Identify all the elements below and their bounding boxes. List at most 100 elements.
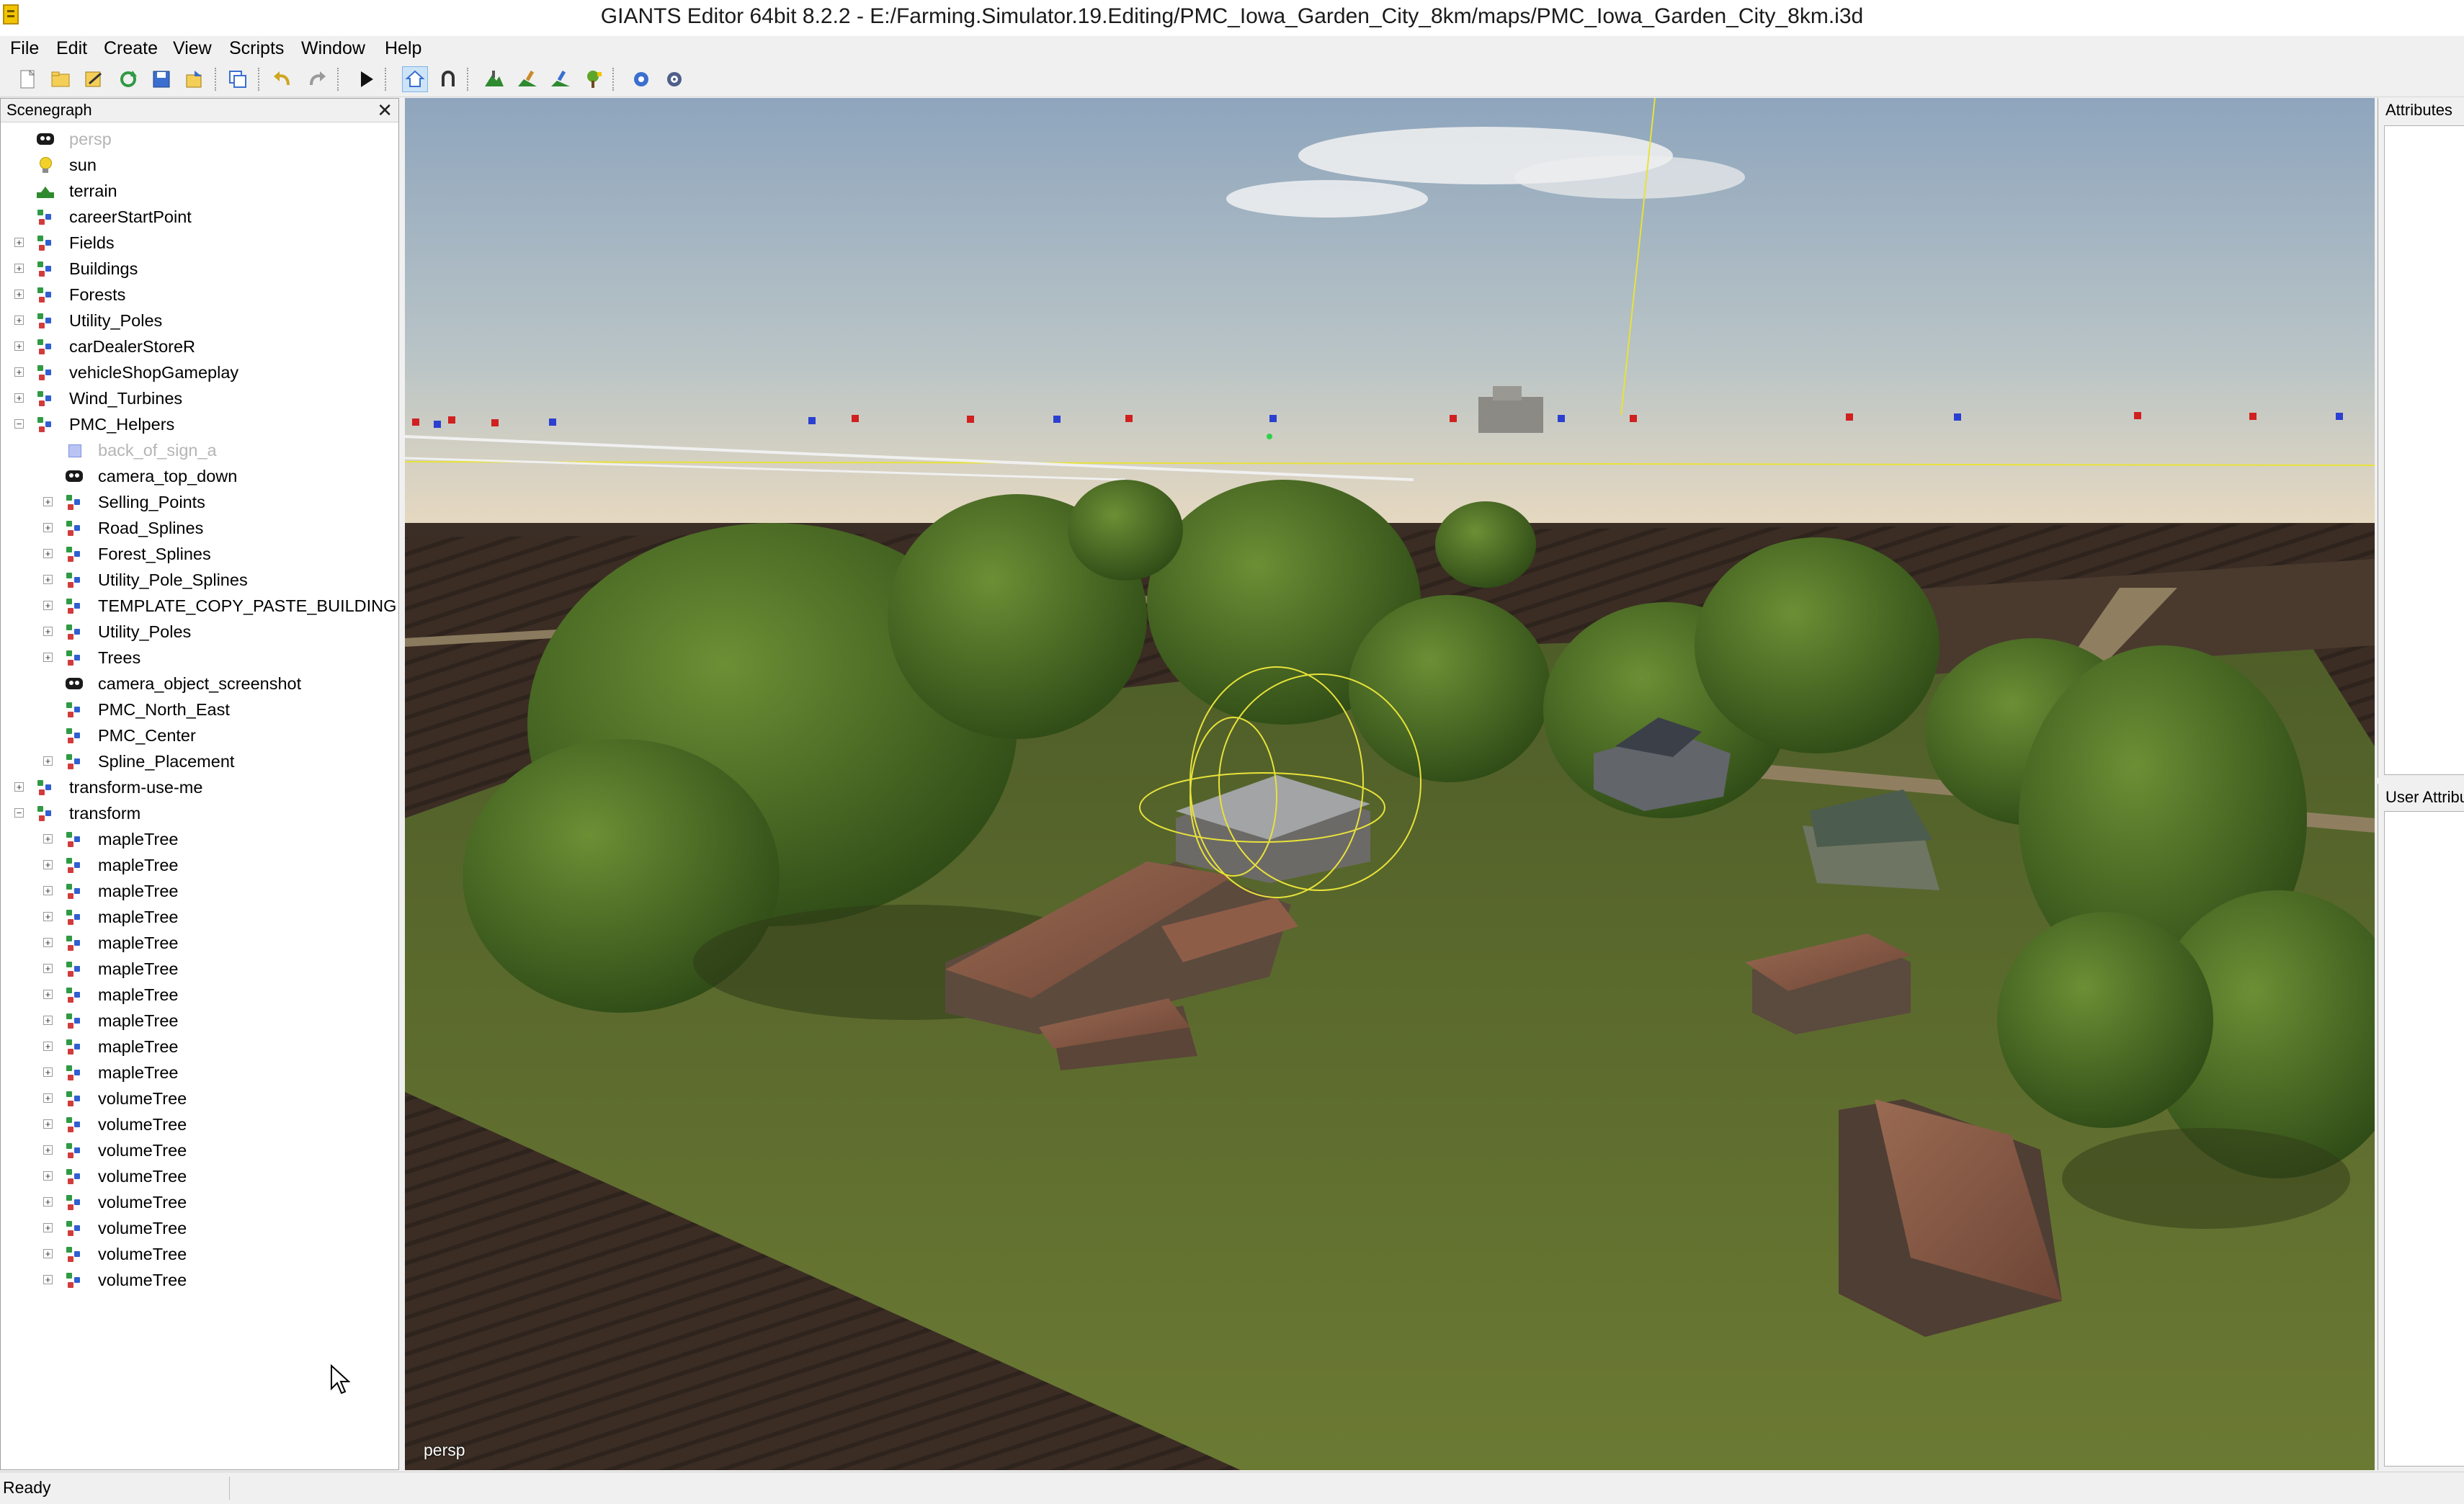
menu-help[interactable]: Help [380, 36, 426, 61]
save-icon[interactable] [148, 66, 174, 92]
collapse-icon[interactable]: − [14, 419, 24, 429]
settings-gear-icon[interactable] [628, 66, 654, 92]
tree-node[interactable]: + mapleTree [1, 1008, 398, 1034]
menu-create[interactable]: Create [99, 36, 162, 61]
save-as-icon[interactable] [81, 66, 107, 92]
menu-edit[interactable]: Edit [52, 36, 91, 61]
terrain-sculpt-icon[interactable] [481, 66, 507, 92]
close-icon[interactable]: ✕ [377, 99, 393, 122]
collapse-icon[interactable]: − [14, 808, 24, 818]
tree-node[interactable]: + mapleTree [1, 982, 398, 1008]
tree-node[interactable]: terrain [1, 178, 398, 204]
tree-node[interactable]: + Fields [1, 230, 398, 256]
tree-node[interactable]: PMC_North_East [1, 697, 398, 722]
menu-window[interactable]: Window [297, 36, 370, 61]
terrain-paint-icon[interactable] [514, 66, 540, 92]
tree-node[interactable]: + mapleTree [1, 1060, 398, 1086]
expand-icon[interactable]: + [43, 549, 53, 558]
expand-icon[interactable]: + [43, 653, 53, 662]
tree-node[interactable]: + Wind_Turbines [1, 385, 398, 411]
new-file-icon[interactable] [14, 66, 40, 92]
expand-icon[interactable]: + [43, 1223, 53, 1232]
expand-icon[interactable]: + [14, 315, 24, 325]
tree-node[interactable]: + mapleTree [1, 1034, 398, 1060]
tree-node[interactable]: camera_object_screenshot [1, 671, 398, 697]
tree-node[interactable]: + Trees [1, 645, 398, 671]
tree-node[interactable]: + TEMPLATE_COPY_PASTE_BUILDING [1, 593, 398, 619]
export-icon[interactable] [182, 66, 207, 92]
3d-viewport[interactable]: persp [405, 98, 2375, 1470]
refresh-settings-icon[interactable] [661, 66, 687, 92]
tree-place-icon[interactable] [581, 66, 607, 92]
tree-node[interactable]: + vehicleShopGameplay [1, 359, 398, 385]
tree-node[interactable]: + volumeTree [1, 1163, 398, 1189]
expand-icon[interactable]: + [43, 497, 53, 506]
tree-node[interactable]: persp [1, 126, 398, 152]
tree-node[interactable]: careerStartPoint [1, 204, 398, 230]
expand-icon[interactable]: + [43, 1197, 53, 1207]
expand-icon[interactable]: + [43, 886, 53, 895]
expand-icon[interactable]: + [43, 1119, 53, 1129]
expand-icon[interactable]: + [43, 1067, 53, 1077]
expand-icon[interactable]: + [43, 1042, 53, 1051]
tree-node[interactable]: back_of_sign_a [1, 437, 398, 463]
tree-node[interactable]: + mapleTree [1, 904, 398, 930]
tree-node[interactable]: + volumeTree [1, 1111, 398, 1137]
expand-icon[interactable]: + [43, 601, 53, 610]
tree-node[interactable]: + Spline_Placement [1, 748, 398, 774]
tree-node[interactable]: + volumeTree [1, 1086, 398, 1111]
tree-node[interactable]: + Selling_Points [1, 489, 398, 515]
open-file-icon[interactable] [48, 66, 73, 92]
expand-icon[interactable]: + [14, 393, 24, 403]
tree-node[interactable]: + volumeTree [1, 1137, 398, 1163]
tree-node[interactable]: + Forest_Splines [1, 541, 398, 567]
camera-move-icon[interactable] [402, 66, 428, 92]
tree-node[interactable]: + Road_Splines [1, 515, 398, 541]
expand-icon[interactable]: + [43, 834, 53, 843]
user-attributes-content[interactable] [2384, 811, 2464, 1467]
redo-icon[interactable] [304, 66, 330, 92]
tree-node[interactable]: + volumeTree [1, 1215, 398, 1241]
expand-icon[interactable]: + [43, 1275, 53, 1284]
expand-icon[interactable]: + [14, 341, 24, 351]
tree-node[interactable]: + mapleTree [1, 826, 398, 852]
expand-icon[interactable]: + [43, 627, 53, 636]
play-icon[interactable] [353, 66, 379, 92]
tree-node[interactable]: + mapleTree [1, 852, 398, 878]
tree-node[interactable]: + volumeTree [1, 1189, 398, 1215]
expand-icon[interactable]: + [43, 523, 53, 532]
tree-node[interactable]: camera_top_down [1, 463, 398, 489]
undo-icon[interactable] [269, 66, 295, 92]
tree-node[interactable]: + Utility_Poles [1, 308, 398, 334]
tree-node[interactable]: + mapleTree [1, 930, 398, 956]
menu-view[interactable]: View [169, 36, 216, 61]
expand-icon[interactable]: + [14, 782, 24, 792]
scenegraph-tree[interactable]: persp sun terrain careerStartPoint + Fields + B… [1, 126, 398, 1466]
menu-file[interactable]: File [6, 36, 43, 61]
expand-icon[interactable]: + [43, 1145, 53, 1155]
expand-icon[interactable]: + [14, 264, 24, 273]
tree-node[interactable]: + volumeTree [1, 1241, 398, 1267]
magnet-icon[interactable] [435, 66, 461, 92]
reload-icon[interactable] [115, 66, 141, 92]
expand-icon[interactable]: + [43, 1171, 53, 1181]
tree-node[interactable]: + Forests [1, 282, 398, 308]
tree-node[interactable]: + mapleTree [1, 878, 398, 904]
tree-node[interactable]: + Buildings [1, 256, 398, 282]
tree-node[interactable]: − transform [1, 800, 398, 826]
menu-scripts[interactable]: Scripts [225, 36, 288, 61]
expand-icon[interactable]: + [14, 238, 24, 247]
tree-node[interactable]: + transform-use-me [1, 774, 398, 800]
clone-icon[interactable] [225, 66, 251, 92]
expand-icon[interactable]: + [43, 990, 53, 999]
tree-node[interactable]: + Utility_Pole_Splines [1, 567, 398, 593]
tree-node[interactable]: PMC_Center [1, 722, 398, 748]
expand-icon[interactable]: + [43, 860, 53, 869]
tree-node[interactable]: + volumeTree [1, 1267, 398, 1293]
expand-icon[interactable]: + [43, 1016, 53, 1025]
expand-icon[interactable]: + [43, 575, 53, 584]
tree-node[interactable]: + mapleTree [1, 956, 398, 982]
tree-node[interactable]: − PMC_Helpers [1, 411, 398, 437]
expand-icon[interactable]: + [14, 290, 24, 299]
tree-node[interactable]: sun [1, 152, 398, 178]
